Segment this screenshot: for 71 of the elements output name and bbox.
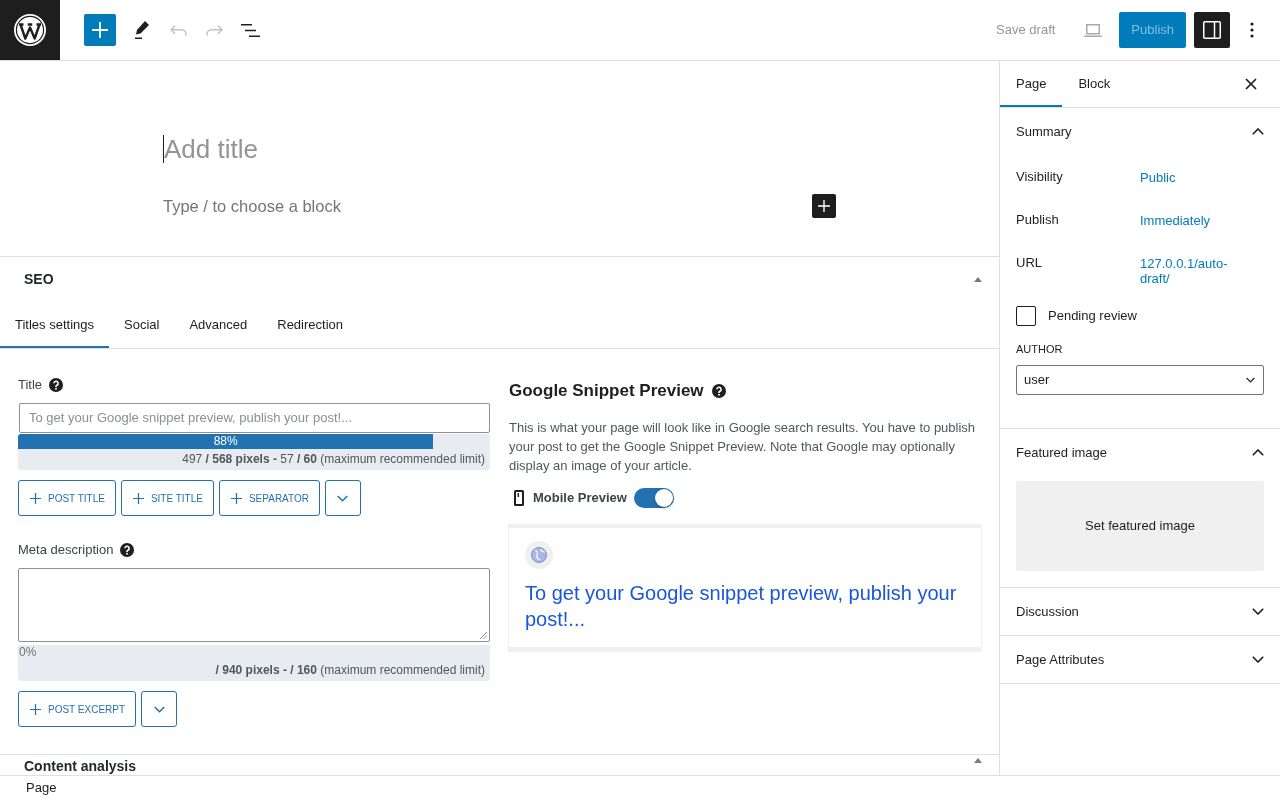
breadcrumb-button[interactable]: Page <box>26 780 57 796</box>
insert-tag-button[interactable]: POST EXCERPT <box>18 691 137 727</box>
insert-tag-button[interactable]: POST TITLE <box>18 480 116 516</box>
field-label: Visibility <box>1016 168 1064 186</box>
resize-handle-icon <box>480 632 487 639</box>
settings-tab[interactable]: Advanced <box>174 302 263 348</box>
plus-icon <box>30 492 41 504</box>
toggle-label: Mobile Preview <box>533 489 627 508</box>
plus-icon <box>92 22 108 38</box>
meta-description-input[interactable] <box>18 568 490 642</box>
percent-label: 88% <box>212 434 239 449</box>
author-select[interactable]: user <box>1016 365 1264 395</box>
snippet-preview-heading: Google Snippet Preview <box>509 380 704 402</box>
pencil-icon <box>135 21 149 39</box>
field-label: Meta description <box>18 541 114 560</box>
more-options-icon <box>1250 22 1254 38</box>
text-cursor <box>163 135 164 163</box>
settings-toggle-button[interactable] <box>1194 12 1230 48</box>
field-label: URL <box>1016 254 1043 272</box>
plus-icon <box>30 703 41 715</box>
sidebar-tab[interactable]: Block <box>1062 61 1127 107</box>
snippet-description: This is what your page will look like in Google search results. You have to publish your post to get the Google Snippet Preview. Note that Google may optionally display an image of your article. <box>509 419 977 475</box>
plus-icon <box>818 200 830 212</box>
globe-icon <box>525 541 553 569</box>
search-result-title[interactable]: To get your Google snippet preview, publish your post!... <box>525 580 971 632</box>
mobile-preview-toggle[interactable] <box>633 488 674 508</box>
help-icon <box>711 384 726 398</box>
undo-icon <box>169 24 187 36</box>
panel-header[interactable]: Summary <box>1000 108 1280 155</box>
checkbox-label: Pending review <box>1048 307 1137 326</box>
pixel-counter: 497 / 568 pixels - 57 / 60 (maximum recommended limit) <box>181 451 486 468</box>
sidebar-panel-icon <box>1203 21 1221 39</box>
set-featured-image-button[interactable]: Set featured image <box>1016 481 1264 571</box>
tag-dropdown-button[interactable] <box>141 691 178 727</box>
help-icon <box>49 378 64 392</box>
plus-icon <box>132 492 144 504</box>
panel-header[interactable]: Page Attributes <box>1000 636 1280 683</box>
percent-label: 0% <box>18 645 38 660</box>
insert-tag-button[interactable]: SITE TITLE <box>120 480 214 516</box>
field-label: Publish <box>1016 211 1060 229</box>
panel-header[interactable]: Discussion <box>1000 588 1280 635</box>
close-icon <box>1245 78 1257 90</box>
list-view-icon <box>240 23 260 37</box>
paragraph-field[interactable]: Type / to choose a block <box>163 194 341 218</box>
redo-icon <box>205 24 223 36</box>
help-icon <box>120 543 135 557</box>
chevron-down-icon <box>337 494 349 502</box>
seo-panel-header[interactable]: SEO <box>0 257 999 302</box>
tag-dropdown-button[interactable] <box>324 480 361 516</box>
author-label: AUTHOR <box>1016 343 1064 355</box>
settings-tab[interactable]: Titles settings <box>0 302 109 348</box>
plus-icon <box>230 492 242 504</box>
chevron-down-icon <box>153 705 165 713</box>
add-block-button[interactable] <box>812 194 836 218</box>
site-home-button[interactable] <box>0 0 60 60</box>
field-label: Title <box>18 376 43 395</box>
field-value-link[interactable]: 127.0.0.1/auto-draft/ <box>1140 256 1250 286</box>
settings-tab[interactable]: Redirection <box>262 302 358 348</box>
pixel-counter: / 940 pixels - / 160 (maximum recommended limit) <box>214 662 486 679</box>
pending-review-checkbox[interactable] <box>1016 306 1036 326</box>
field-value-link[interactable]: Immediately <box>1140 213 1250 228</box>
panel-header[interactable]: Featured image <box>1000 429 1280 476</box>
phone-icon <box>514 490 524 506</box>
add-block-button[interactable] <box>84 14 116 46</box>
settings-tab[interactable]: Social <box>109 302 175 348</box>
field-value-link[interactable]: Public <box>1140 170 1250 185</box>
sidebar-tab[interactable]: Page <box>1000 61 1063 107</box>
logo-icon <box>14 14 46 46</box>
chevron-down-icon <box>1246 377 1255 383</box>
laptop-icon <box>1084 23 1103 37</box>
insert-tag-button[interactable]: SEPARATOR <box>218 480 320 516</box>
